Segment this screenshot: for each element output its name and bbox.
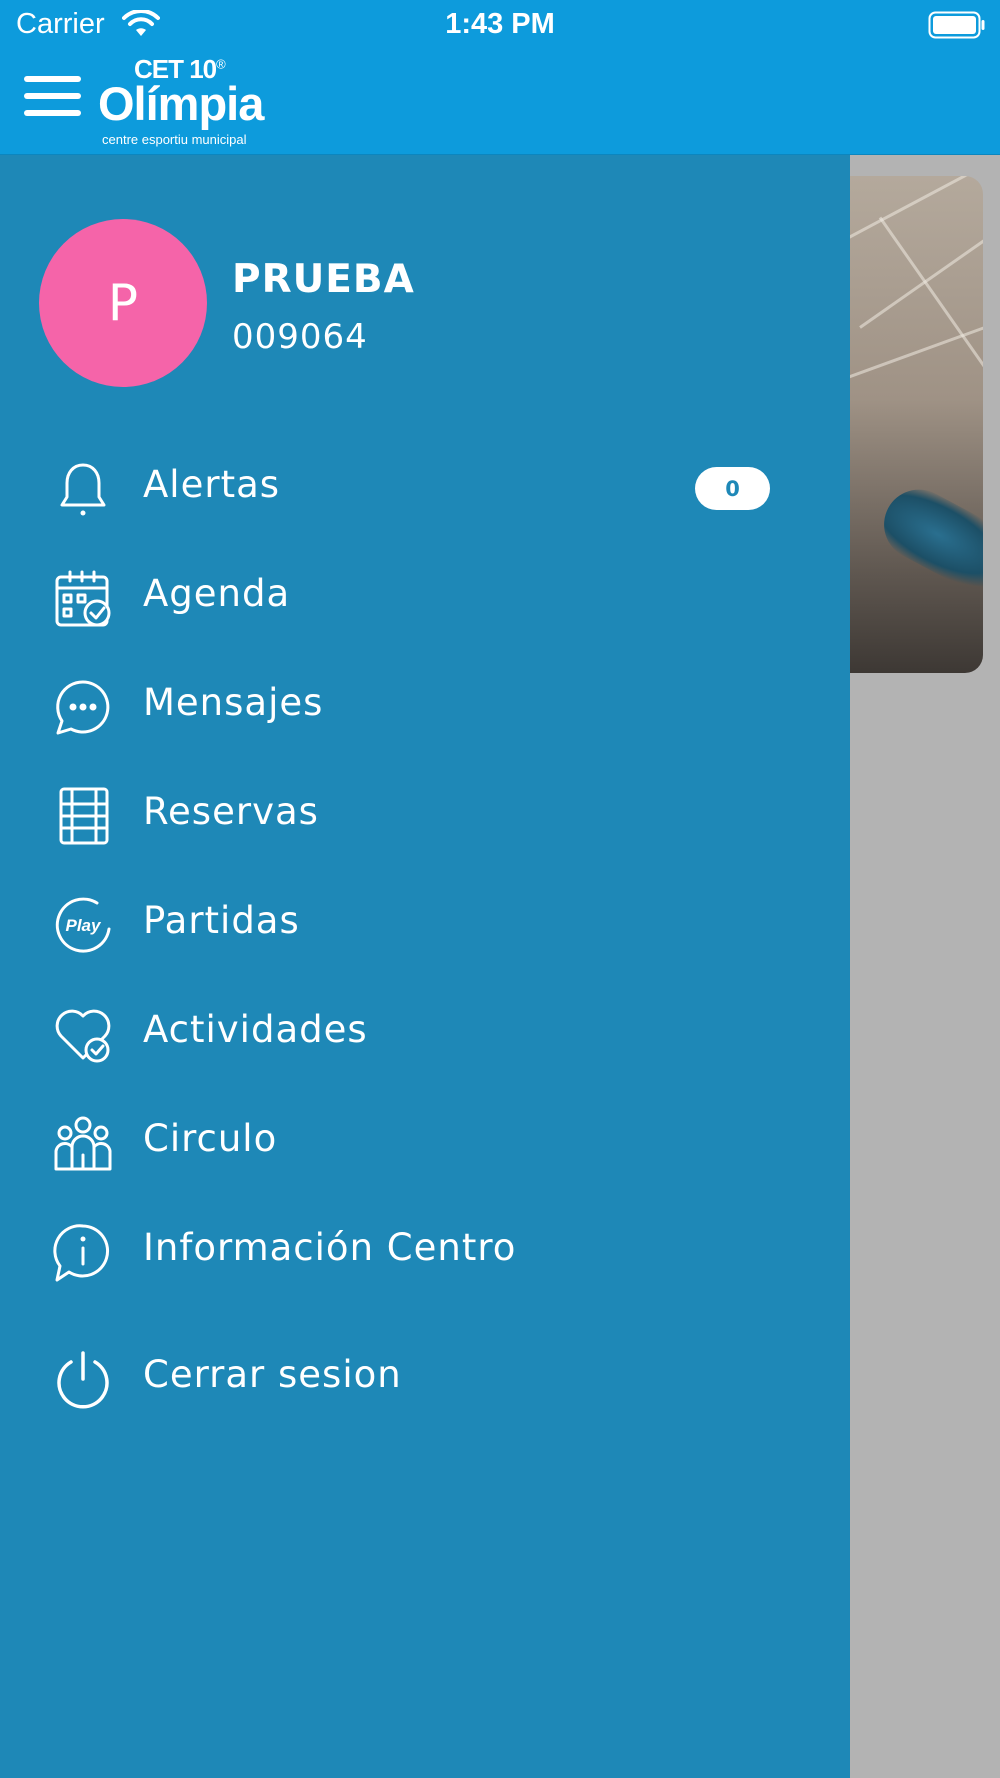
heart-check-icon [53, 1004, 113, 1064]
calendar-check-icon [53, 568, 113, 628]
profile-name: PRUEBA [232, 257, 415, 302]
alerts-count-badge: 0 [695, 467, 770, 510]
menu-label-reservas: Reservas [143, 790, 319, 833]
battery-icon [928, 11, 986, 39]
menu-label-cerrar-sesion: Cerrar sesion [143, 1353, 402, 1396]
clock: 1:43 PM [445, 8, 555, 40]
menu-item-circulo[interactable]: Circulo [0, 1091, 850, 1191]
menu-item-reservas[interactable]: Reservas [0, 764, 850, 864]
screen: Carrier 1:43 PM CET 10® Olímpia centre e… [0, 0, 1000, 1778]
svg-text:Play: Play [66, 916, 103, 935]
olimpia-logo: CET 10® Olímpia centre esportiu municipa… [98, 54, 264, 147]
side-drawer: P PRUEBA 009064 Alertas 0 Agenda Mensaje… [0, 155, 850, 1778]
menu-label-mensajes: Mensajes [143, 681, 324, 724]
menu-label-actividades: Actividades [143, 1008, 368, 1051]
profile-id: 009064 [232, 317, 368, 357]
menu-label-circulo: Circulo [143, 1117, 278, 1160]
bell-icon [53, 459, 113, 519]
app-header: Carrier 1:43 PM CET 10® Olímpia centre e… [0, 0, 1000, 155]
info-bubble-icon [53, 1222, 113, 1282]
menu-item-actividades[interactable]: Actividades [0, 982, 850, 1082]
menu-item-partidas[interactable]: Play Partidas [0, 873, 850, 973]
avatar[interactable]: P [39, 219, 207, 387]
menu-label-alertas: Alertas [143, 463, 281, 506]
status-bar: Carrier 1:43 PM [0, 0, 1000, 50]
group-icon [53, 1113, 113, 1173]
menu-label-partidas: Partidas [143, 899, 300, 942]
menu-item-alertas[interactable]: Alertas 0 [0, 437, 850, 537]
menu-item-agenda[interactable]: Agenda [0, 546, 850, 646]
menu-item-informacion-centro[interactable]: Información Centro [0, 1200, 850, 1300]
menu-item-cerrar-sesion[interactable]: Cerrar sesion [0, 1327, 850, 1427]
menu-label-agenda: Agenda [143, 572, 291, 615]
hamburger-menu-icon[interactable] [24, 74, 82, 118]
menu-label-informacion-centro: Información Centro [143, 1226, 517, 1269]
chat-bubble-icon [53, 677, 113, 737]
avatar-initial: P [107, 274, 139, 332]
power-icon [53, 1349, 113, 1409]
court-icon [53, 786, 113, 846]
play-icon: Play [53, 895, 113, 955]
menu-item-mensajes[interactable]: Mensajes [0, 655, 850, 755]
